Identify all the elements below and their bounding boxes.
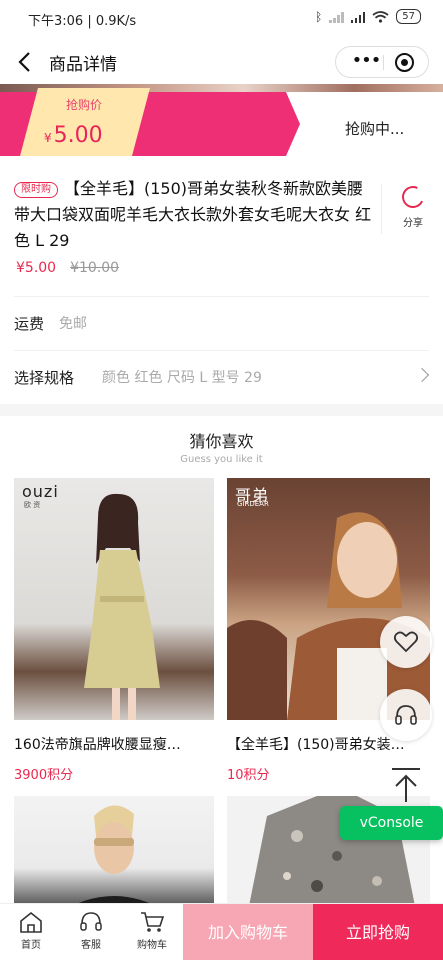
shipping-value: 免邮: [59, 316, 87, 332]
buy-now-button[interactable]: 立即抢购: [313, 904, 443, 960]
chevron-right-icon: [414, 367, 430, 383]
tab-cart[interactable]: 购物车: [127, 910, 177, 951]
recommend-title: 猜你喜欢: [189, 432, 254, 451]
product-card-image[interactable]: ouzi 欧 资: [14, 478, 214, 720]
add-to-cart-button[interactable]: 加入购物车: [183, 904, 313, 960]
flash-price-label: 抢购价: [66, 98, 103, 112]
tab-cart-label: 购物车: [137, 940, 167, 951]
shipping-row: 运费 免邮: [14, 298, 429, 348]
model-figure: [227, 512, 430, 720]
model-figure: [54, 805, 174, 916]
nav-bar: 商品详情 •••: [0, 40, 443, 84]
product-title-block: 限时购 【全羊毛】(150)哥弟女装秋冬新款欧美腰带大口袋双面呢羊毛大衣长款外套女…: [14, 176, 374, 254]
share-divider: [381, 184, 382, 234]
flash-price-value: 5.00: [53, 123, 103, 148]
limited-time-badge: 限时购: [14, 182, 58, 198]
price-row: ¥5.00 ¥10.00: [16, 260, 119, 276]
cart-icon: [141, 912, 165, 932]
product-title: 【全羊毛】(150)哥弟女装秋冬新款欧美腰带大口袋双面呢羊毛大衣长款外套女毛呢大…: [14, 179, 372, 250]
bluetooth-icon: ᛒ: [315, 9, 323, 24]
more-menu-button[interactable]: •••: [349, 47, 383, 77]
recommend-section: 猜你喜欢 Guess you like it ouzi 欧 资 哥弟 GIRDE…: [0, 416, 443, 916]
home-icon: [20, 911, 42, 933]
shipping-label: 运费: [14, 314, 45, 333]
product-card-points: 3900积分: [14, 768, 74, 783]
mini-program-capsule: •••: [335, 46, 429, 78]
status-bar: 下午3:06 | 0.9K/s ᛒ 57: [0, 0, 443, 40]
headset-icon: [80, 912, 102, 931]
product-card-image[interactable]: [14, 796, 214, 916]
status-icons: ᛒ 57: [315, 9, 421, 24]
headset-icon: [395, 705, 417, 725]
spec-value: 颜色 红色 尺码 L 型号 29: [102, 370, 262, 386]
tab-home-label: 首页: [21, 940, 41, 951]
back-to-top-icon[interactable]: [389, 766, 423, 804]
original-price: ¥10.00: [70, 260, 120, 276]
product-card-points: 10积分: [227, 768, 270, 783]
capsule-divider: [383, 55, 384, 70]
heart-icon: [393, 631, 419, 653]
vconsole-button[interactable]: vConsole: [340, 806, 443, 840]
recommend-subtitle: Guess you like it: [180, 454, 263, 465]
product-info: 限时购 【全羊毛】(150)哥弟女装秋冬新款欧美腰带大口袋双面呢羊毛大衣长款外套女…: [0, 156, 443, 404]
model-figure: [84, 493, 160, 720]
bottom-action-bar: 首页 客服 购物车 加入购物车 立即抢购: [0, 903, 443, 960]
back-arrow-icon[interactable]: [16, 51, 36, 73]
divider: [14, 350, 429, 351]
product-card-image[interactable]: 哥弟 GIRDEAR: [227, 478, 430, 720]
select-spec-row[interactable]: 选择规格 颜色 红色 尺码 L 型号 29: [14, 352, 430, 402]
wifi-icon: [372, 10, 389, 23]
flash-sale-status: 抢购中...: [345, 120, 405, 138]
spec-label: 选择规格: [14, 368, 75, 387]
flash-sale-banner: 抢购价 ¥5.00 抢购中...: [0, 88, 443, 156]
tab-home[interactable]: 首页: [6, 910, 56, 951]
tab-service-label: 客服: [81, 940, 101, 951]
battery-icon: 57: [396, 9, 421, 24]
favorite-button[interactable]: [380, 616, 432, 668]
customer-service-float-button[interactable]: [380, 689, 432, 741]
share-label: 分享: [403, 218, 423, 229]
signal-weak-icon: [329, 11, 344, 23]
share-icon: [398, 182, 428, 212]
page-title: 商品详情: [49, 55, 117, 75]
currency-symbol: ¥: [44, 131, 52, 145]
share-button[interactable]: 分享: [393, 182, 433, 229]
product-card-name[interactable]: 160法帝旗品牌收腰显瘦…: [14, 734, 212, 754]
divider: [14, 296, 429, 297]
status-time: 下午3:06 | 0.9K/s: [28, 14, 137, 29]
tab-customer-service[interactable]: 客服: [66, 910, 116, 951]
close-capsule-button[interactable]: [395, 53, 414, 72]
flash-price: ¥5.00: [44, 123, 103, 148]
current-price: ¥5.00: [16, 260, 57, 276]
signal-icon: [350, 11, 366, 23]
